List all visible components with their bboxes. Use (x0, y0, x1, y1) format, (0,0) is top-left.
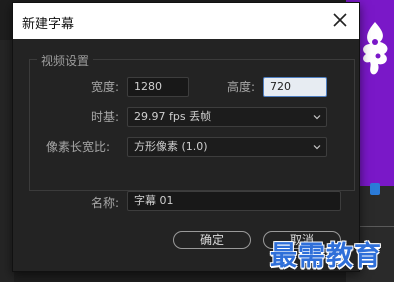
ok-button[interactable]: 确定 (173, 231, 251, 249)
pixel-aspect-value: 方形像素 (1.0) (134, 140, 208, 153)
video-settings-label: 视频设置 (37, 52, 94, 69)
height-field[interactable]: 720 (263, 77, 327, 97)
playhead-marker-icon (370, 183, 380, 195)
pixel-aspect-label: 像素长宽比: (46, 140, 111, 154)
name-field[interactable]: 字幕 01 (127, 191, 341, 211)
close-icon[interactable] (331, 11, 349, 29)
dialog-title: 新建字幕 (22, 17, 75, 32)
watermark-logo: 最需教育 (270, 241, 382, 272)
height-label: 高度: (227, 80, 256, 94)
ornament-graphic (363, 22, 388, 75)
pixel-aspect-select[interactable]: 方形像素 (1.0) (127, 137, 327, 157)
timebase-value: 29.97 fps 丢帧 (134, 110, 212, 123)
timebase-label: 时基: (91, 110, 120, 124)
name-label: 名称: (91, 196, 120, 210)
timebase-select[interactable]: 29.97 fps 丢帧 (127, 107, 327, 127)
width-label: 宽度: (91, 80, 120, 94)
width-field[interactable]: 1280 (127, 77, 189, 97)
dialog-titlebar: 新建字幕 (13, 3, 359, 39)
chevron-down-icon (313, 145, 321, 150)
chevron-down-icon (313, 115, 321, 120)
new-title-dialog: 新建字幕 视频设置 宽度: 1280 高度: 720 时基: 29.97 fps… (12, 2, 360, 272)
